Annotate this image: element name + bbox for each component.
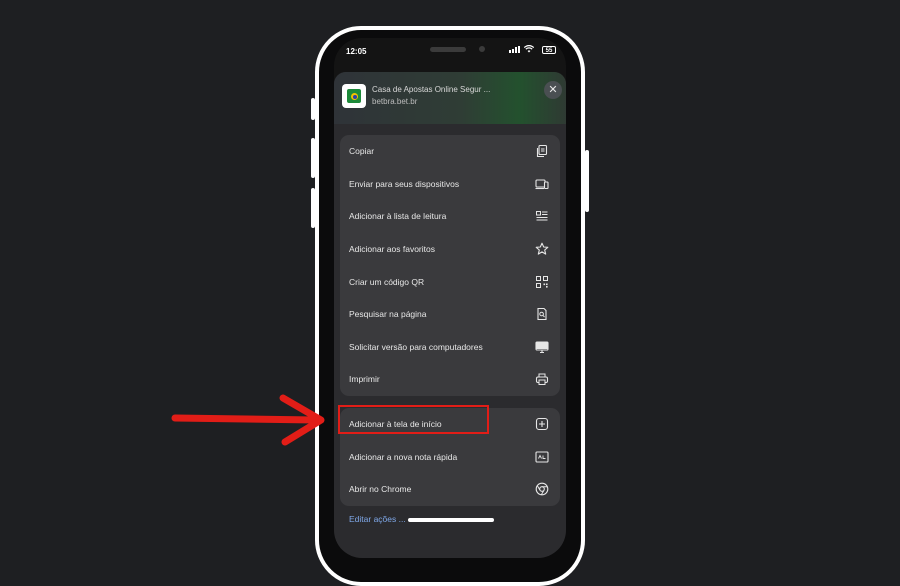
menu-item-label: Criar um código QR: [349, 276, 425, 287]
dynamic-island: [430, 47, 466, 52]
menu-item-desktop-version[interactable]: Solicitar versão para computadores: [340, 331, 560, 364]
status-time: 12:05: [346, 47, 367, 56]
menu-item-label: Copiar: [349, 146, 375, 157]
menu-item-label: Imprimir: [349, 374, 380, 385]
menu-item-label: Abrir no Chrome: [349, 484, 412, 495]
menu-item-find-in-page[interactable]: Pesquisar na página: [340, 298, 560, 331]
menu-item-print[interactable]: Imprimir: [340, 363, 560, 396]
add-to-home-icon: [534, 416, 550, 432]
star-icon: [534, 241, 550, 257]
site-favicon-icon: [342, 84, 366, 108]
side-button-power: [585, 150, 589, 212]
highlight-box: [338, 405, 489, 434]
qr-code-icon: [534, 274, 550, 290]
devices-icon: [534, 176, 550, 192]
site-url: betbra.bet.br: [372, 97, 418, 106]
side-button-mute: [311, 98, 315, 120]
menu-item-reading-list[interactable]: Adicionar à lista de leitura: [340, 200, 560, 233]
chrome-icon: [534, 481, 550, 497]
find-in-page-icon: [534, 306, 550, 322]
menu-item-favorites[interactable]: Adicionar aos favoritos: [340, 233, 560, 266]
wifi-icon: [523, 45, 535, 55]
menu-item-copy[interactable]: Copiar: [340, 135, 560, 168]
desktop-icon: [534, 339, 550, 355]
menu-item-label: Solicitar versão para computadores: [349, 341, 483, 352]
menu-group-primary: Copiar Enviar para seus dispositivos Adi…: [340, 135, 560, 396]
phone-screen: 12:05 55 Casa de Apostas Online Segur ..…: [334, 38, 566, 558]
quick-note-icon: [534, 449, 550, 465]
share-sheet: Casa de Apostas Online Segur ... betbra.…: [334, 72, 566, 558]
copy-icon: [534, 143, 550, 159]
menu-item-label: Enviar para seus dispositivos: [349, 178, 460, 189]
camera-icon: [479, 46, 485, 52]
status-bar: 12:05 55: [334, 38, 566, 64]
menu-item-qr-code[interactable]: Criar um código QR: [340, 265, 560, 298]
menu-item-label: Adicionar a nova nota rápida: [349, 451, 458, 462]
menu-item-label: Adicionar à lista de leitura: [349, 211, 447, 222]
red-arrow-icon: [171, 394, 325, 446]
battery-icon: 55: [542, 46, 556, 54]
menu-item-label: Adicionar aos favoritos: [349, 244, 435, 255]
side-button-volume-up: [311, 138, 315, 178]
edit-actions-link[interactable]: Editar ações ...: [349, 514, 406, 524]
menu-item-open-in-chrome[interactable]: Abrir no Chrome: [340, 473, 560, 506]
menu-item-send-to-devices[interactable]: Enviar para seus dispositivos: [340, 168, 560, 201]
side-button-volume-down: [311, 188, 315, 228]
reading-list-icon: [534, 208, 550, 224]
menu-item-quick-note[interactable]: Adicionar a nova nota rápida: [340, 441, 560, 474]
menu-item-label: Pesquisar na página: [349, 309, 427, 320]
sheet-header: Casa de Apostas Online Segur ... betbra.…: [334, 72, 566, 124]
site-title: Casa de Apostas Online Segur ...: [372, 85, 491, 94]
home-indicator[interactable]: [408, 518, 494, 522]
close-button[interactable]: ✕: [544, 81, 562, 99]
signal-icon: [509, 46, 520, 53]
print-icon: [534, 371, 550, 387]
